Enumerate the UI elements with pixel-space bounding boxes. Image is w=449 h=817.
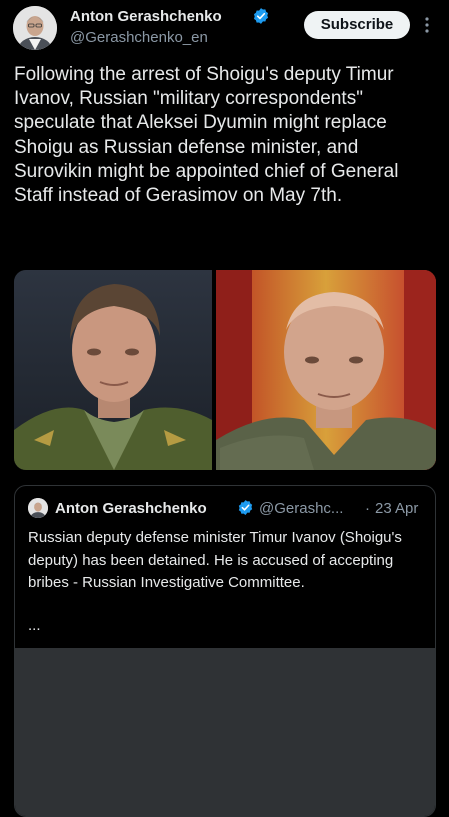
subscribe-button[interactable]: Subscribe [304,11,410,39]
post-media-photo[interactable] [14,270,436,470]
author-handle[interactable]: @Gerashchenko_en [70,29,208,46]
verified-badge-icon [238,500,253,515]
quoted-post-ellipsis: ... [28,617,41,634]
post-text: Following the arrest of Shoigu's deputy … [14,64,399,207]
quoted-author-name: Anton Gerashchenko [55,500,207,517]
quoted-post-date: 23 Apr [375,500,419,517]
more-vertical-icon[interactable] [420,13,434,37]
quoted-post[interactable]: Anton Gerashchenko @Gerashc... · 23 Apr … [14,485,436,817]
quoted-post-media [15,648,435,816]
quoted-author-handle: @Gerashc... [259,500,344,517]
author-name[interactable]: Anton Gerashchenko [70,8,222,25]
separator-dot: · [365,500,370,517]
quoted-author-avatar [28,498,48,518]
post-header: Anton Gerashchenko @Gerashchenko_en Subs… [0,0,449,56]
quoted-post-text: Russian deputy defense minister Timur Iv… [28,529,402,591]
verified-badge-icon [253,8,269,24]
author-avatar[interactable] [13,6,57,50]
